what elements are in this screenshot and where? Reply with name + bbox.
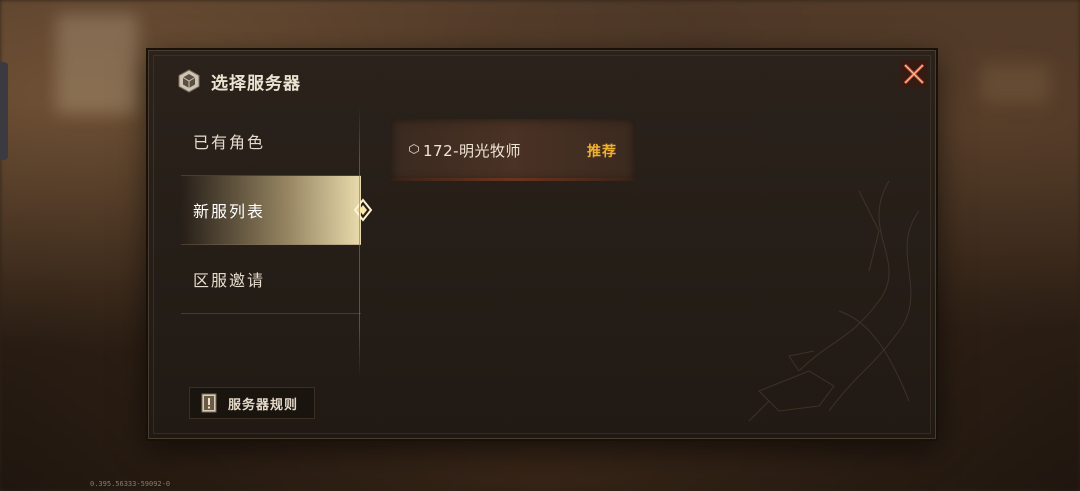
sidebar-item-new-servers[interactable]: 新服列表 xyxy=(181,176,373,245)
sidebar-item-label: 新服列表 xyxy=(193,202,266,221)
side-handle xyxy=(0,62,8,160)
server-entry[interactable]: 172-明光牧师 推荐 xyxy=(391,119,635,181)
server-select-dialog: 选择服务器 已有角色 新服列表 区服邀请 服务器规则 172-明光牧师 推荐 xyxy=(148,50,936,439)
dialog-title: 选择服务器 xyxy=(211,73,301,94)
close-icon[interactable] xyxy=(899,59,929,89)
server-rules-button[interactable]: 服务器规则 xyxy=(189,387,315,419)
sidebar-divider xyxy=(359,107,360,377)
server-name: 172-明光牧师 xyxy=(423,142,522,160)
server-dice-icon xyxy=(178,69,200,93)
sidebar-item-label: 已有角色 xyxy=(193,133,266,152)
recommended-badge: 推荐 xyxy=(587,144,617,160)
sidebar-item-server-invite[interactable]: 区服邀请 xyxy=(181,245,361,314)
dialog-header: 选择服务器 xyxy=(177,65,301,97)
rulebook-icon xyxy=(201,393,217,413)
sidebar-item-label: 区服邀请 xyxy=(193,271,266,290)
blurred-button xyxy=(980,64,1050,104)
server-diamond-icon xyxy=(409,144,419,154)
selected-diamond-icon xyxy=(353,198,373,222)
sidebar-item-existing-characters[interactable]: 已有角色 xyxy=(181,107,361,176)
blurred-portrait xyxy=(56,14,138,114)
dragon-watermark-icon xyxy=(748,180,920,422)
server-rules-label: 服务器规则 xyxy=(228,397,299,413)
sidebar: 已有角色 新服列表 区服邀请 xyxy=(181,107,373,314)
version-label: 0.395.56333-59092-0 xyxy=(90,480,171,488)
